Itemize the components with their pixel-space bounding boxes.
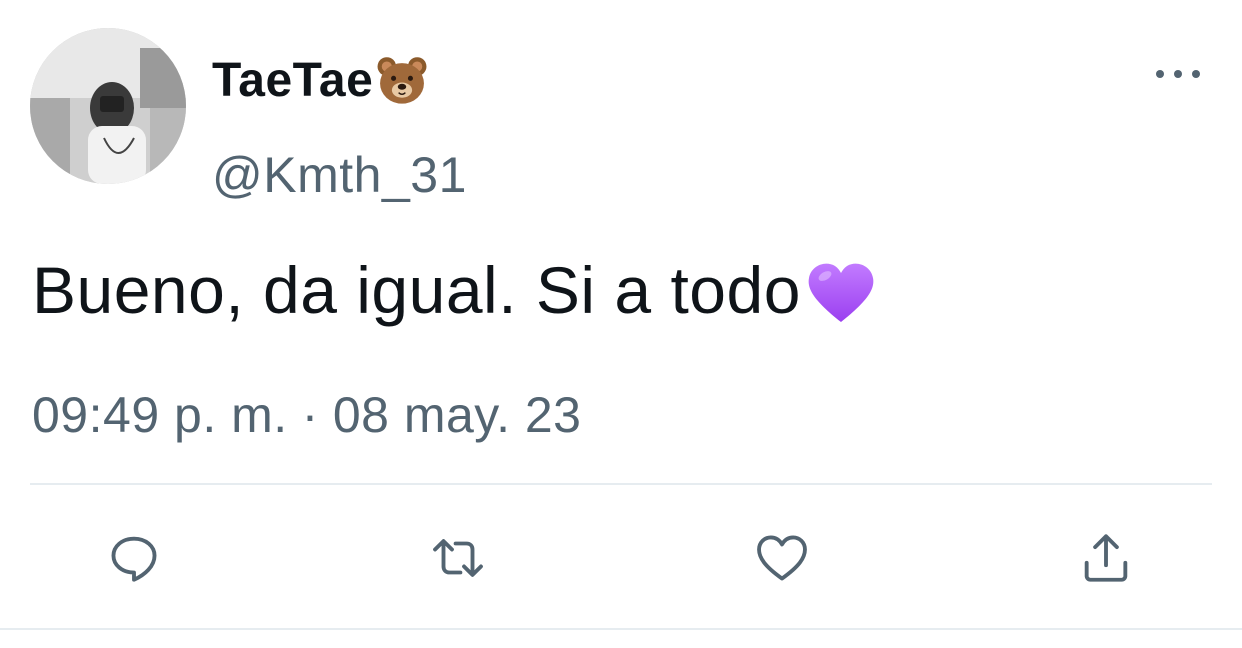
bottom-divider [0, 628, 1242, 630]
author-name-row[interactable]: TaeTae [212, 50, 429, 110]
tweet-date: 08 may. 23 [332, 387, 582, 443]
more-options-button[interactable] [1156, 62, 1200, 86]
more-dot [1174, 70, 1182, 78]
retweet-button[interactable] [428, 528, 488, 588]
like-icon [757, 535, 807, 581]
divider [30, 483, 1212, 485]
more-dot [1156, 70, 1164, 78]
avatar-photo [30, 28, 186, 184]
timestamp-separator: · [301, 387, 319, 443]
purple-heart-emoji [808, 263, 874, 322]
handle[interactable]: @Kmth_31 [212, 146, 467, 204]
reply-button[interactable] [104, 528, 164, 588]
more-dot [1192, 70, 1200, 78]
timestamp[interactable]: 09:49 p. m. · 08 may. 23 [32, 386, 581, 444]
reply-icon [111, 536, 157, 582]
bear-face-emoji [377, 57, 427, 104]
retweet-icon [433, 539, 483, 577]
avatar[interactable] [30, 28, 186, 184]
tweet-body: Bueno, da igual. Si a todo [32, 248, 877, 332]
tweet-text: Bueno, da igual. Si a todo [32, 253, 801, 327]
share-icon [1084, 534, 1128, 582]
tweet-time: 09:49 p. m. [32, 387, 288, 443]
display-name[interactable]: TaeTae [212, 53, 373, 108]
like-button[interactable] [752, 528, 812, 588]
share-button[interactable] [1076, 528, 1136, 588]
